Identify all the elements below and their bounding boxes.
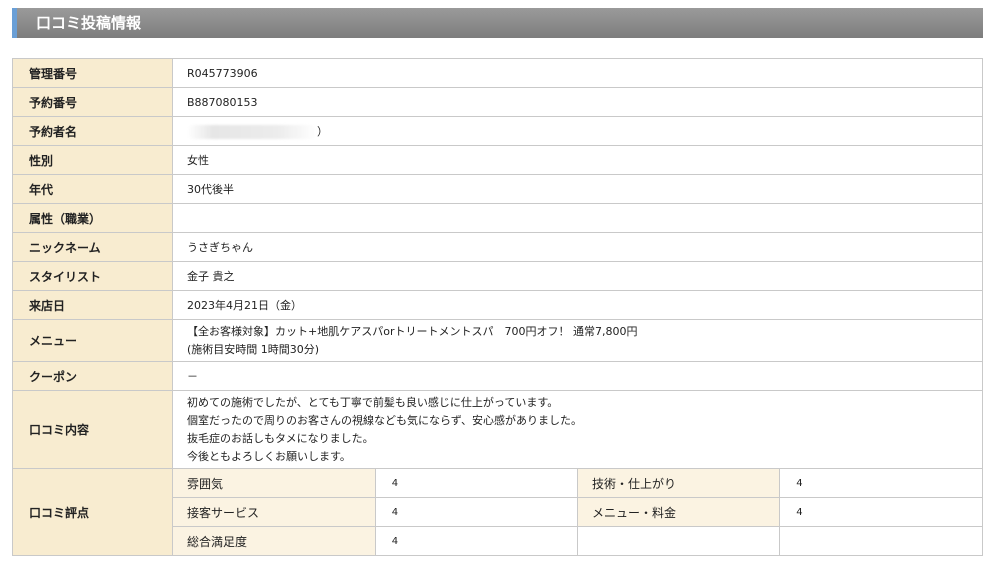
management-number-value: R045773906: [172, 58, 983, 88]
rating-technique-label: 技術・仕上がり: [576, 469, 781, 498]
menu-label: メニュー: [12, 319, 173, 362]
table-row: 属性（職業）: [12, 203, 983, 233]
table-row: 口コミ内容 初めての施術でしたが、とても丁寧で前髪も良い感じに仕上がっています。…: [12, 390, 983, 469]
review-line: 初めての施術でしたが、とても丁寧で前髪も良い感じに仕上がっています。: [187, 395, 559, 409]
review-score-label: 口コミ評点: [12, 468, 173, 556]
menu-line: 【全お客様対象】カット+地肌ケアスパorトリートメントスパ 700円オフ！ 通常…: [187, 324, 638, 338]
review-line: 抜毛症のお話しもタメになりました。: [187, 431, 374, 445]
reserver-name-suffix: ）: [317, 125, 328, 138]
menu-value: 【全お客様対象】カット+地肌ケアスパorトリートメントスパ 700円オフ！ 通常…: [172, 319, 983, 362]
review-content-value: 初めての施術でしたが、とても丁寧で前髪も良い感じに仕上がっています。 個室だった…: [172, 390, 983, 469]
rating-service-value: 4: [374, 497, 579, 527]
coupon-label: クーポン: [12, 361, 173, 391]
table-row: スタイリスト 金子 貴之: [12, 261, 983, 291]
rating-empty-cell: [576, 526, 781, 555]
age-group-label: 年代: [12, 174, 173, 204]
nickname-label: ニックネーム: [12, 232, 173, 262]
table-row: 管理番号 R045773906: [12, 58, 983, 88]
rating-menu-price-label: メニュー・料金: [576, 497, 781, 527]
occupation-label: 属性（職業）: [12, 203, 173, 233]
rating-atmosphere-label: 雰囲気: [173, 469, 376, 498]
rating-service-label: 接客サービス: [173, 497, 376, 527]
table-row: 来店日 2023年4月21日（金）: [12, 290, 983, 320]
table-row: クーポン －: [12, 361, 983, 391]
rating-overall-label: 総合満足度: [173, 526, 376, 555]
rating-technique-value: 4: [779, 469, 982, 498]
table-row: 予約番号 B887080153: [12, 87, 983, 117]
reserver-name-value: ）: [172, 116, 983, 146]
ratings-row: 総合満足度 4: [173, 526, 982, 555]
management-number-label: 管理番号: [12, 58, 173, 88]
gender-value: 女性: [172, 145, 983, 175]
reservation-number-label: 予約番号: [12, 87, 173, 117]
review-content-label: 口コミ内容: [12, 390, 173, 469]
table-row: ニックネーム うさぎちゃん: [12, 232, 983, 262]
redacted-name: [187, 125, 317, 139]
table-row: 予約者名 ）: [12, 116, 983, 146]
review-info-table: 管理番号 R045773906 予約番号 B887080153 予約者名 ） 性…: [12, 58, 983, 556]
table-row: 性別 女性: [12, 145, 983, 175]
visit-date-label: 来店日: [12, 290, 173, 320]
stylist-label: スタイリスト: [12, 261, 173, 291]
ratings-row: 接客サービス 4 メニュー・料金 4: [173, 497, 982, 527]
age-group-value: 30代後半: [172, 174, 983, 204]
review-line: 個室だったので周りのお客さんの視線なども気にならず、安心感がありました。: [187, 413, 583, 427]
reserver-name-label: 予約者名: [12, 116, 173, 146]
nickname-value: うさぎちゃん: [172, 232, 983, 262]
table-row: メニュー 【全お客様対象】カット+地肌ケアスパorトリートメントスパ 700円オ…: [12, 319, 983, 362]
reservation-number-value: B887080153: [172, 87, 983, 117]
table-row: 口コミ評点 雰囲気 4 技術・仕上がり 4 接客サービス 4 メニュー・料金 4…: [12, 468, 983, 556]
occupation-value: [172, 203, 983, 233]
rating-menu-price-value: 4: [779, 497, 982, 527]
stylist-value: 金子 貴之: [172, 261, 983, 291]
page-title: 口コミ投稿情報: [36, 14, 142, 32]
section-header: 口コミ投稿情報: [12, 8, 983, 38]
table-row: 年代 30代後半: [12, 174, 983, 204]
visit-date-value: 2023年4月21日（金）: [172, 290, 983, 320]
coupon-value: －: [172, 361, 983, 391]
review-line: 今後ともよろしくお願いします。: [187, 449, 351, 463]
review-score-cell: 雰囲気 4 技術・仕上がり 4 接客サービス 4 メニュー・料金 4 総合満足度…: [172, 468, 983, 556]
ratings-table: 雰囲気 4 技術・仕上がり 4 接客サービス 4 メニュー・料金 4 総合満足度…: [173, 469, 982, 555]
rating-overall-value: 4: [374, 526, 579, 555]
ratings-row: 雰囲気 4 技術・仕上がり 4: [173, 469, 982, 498]
gender-label: 性別: [12, 145, 173, 175]
rating-empty-cell: [779, 526, 982, 555]
rating-atmosphere-value: 4: [374, 469, 579, 498]
menu-duration: (施術目安時間 1時間30分): [187, 342, 320, 356]
